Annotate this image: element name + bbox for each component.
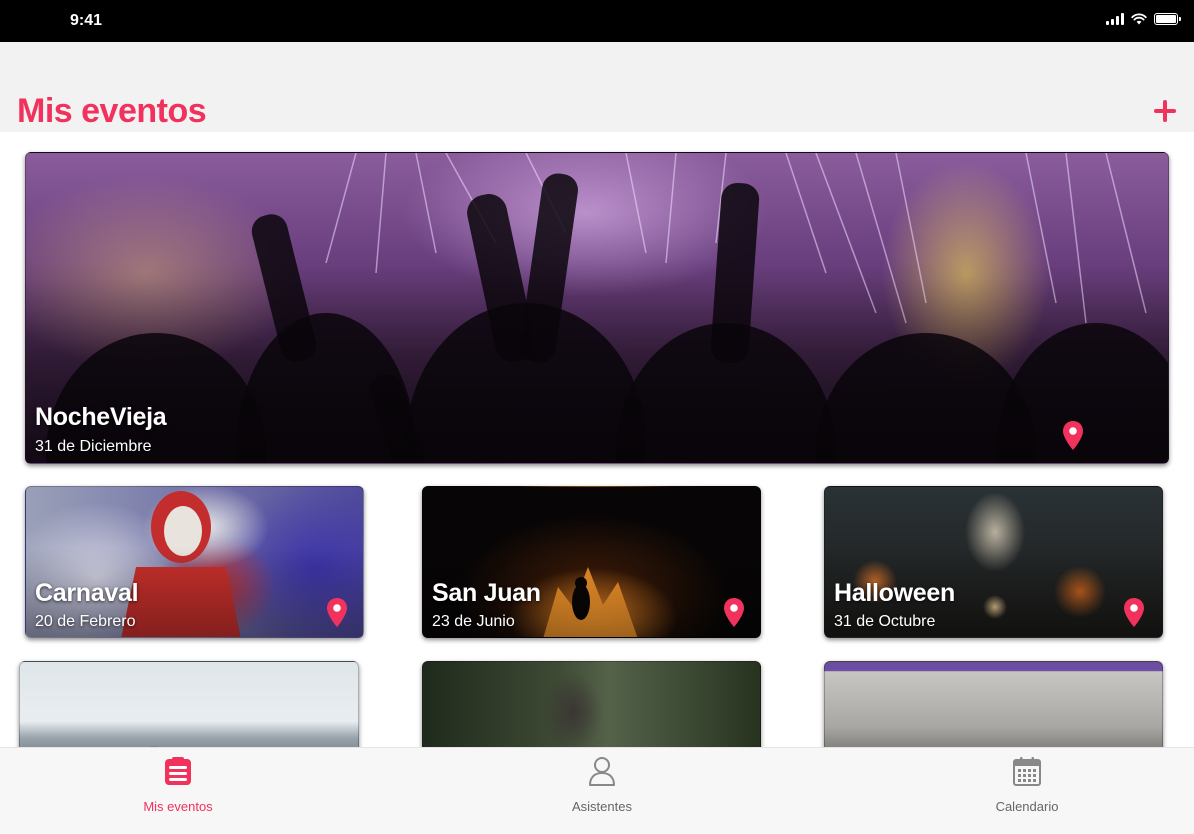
event-card-sport[interactable] [824,661,1163,747]
event-date: 23 de Junio [432,613,515,630]
location-pin-icon[interactable] [1123,597,1145,628]
event-title: NocheVieja [35,403,167,431]
tab-label: Asistentes [572,799,632,814]
events-list[interactable]: NocheVieja 31 de Diciembre Carnaval 20 d… [0,132,1194,747]
event-title: San Juan [432,579,541,607]
event-date: 20 de Febrero [35,613,136,630]
tab-asistentes[interactable]: Asistentes [522,756,682,816]
event-card-carnaval[interactable]: Carnaval 20 de Febrero [25,486,364,638]
status-icons [1106,13,1181,25]
location-pin-icon[interactable] [1062,420,1084,451]
event-card-halloween[interactable]: Halloween 31 de Octubre [824,486,1163,638]
tab-calendario[interactable]: Calendario [947,756,1107,816]
battery-icon [1154,13,1181,25]
person-icon [589,757,615,786]
cellular-signal-icon [1106,13,1124,25]
event-card-san-juan[interactable]: San Juan 23 de Junio [422,486,761,638]
location-pin-icon[interactable] [326,597,348,628]
event-title: Halloween [834,579,955,607]
tab-bar: Mis eventos Asistentes Calendario [0,747,1194,834]
status-time: 9:41 [70,12,103,29]
calendar-icon [1013,757,1041,786]
event-date: 31 de Diciembre [35,438,152,455]
event-card-forest[interactable] [422,661,761,747]
header: Mis eventos [0,42,1194,132]
page-title: Mis eventos [17,92,207,130]
event-date: 31 de Octubre [834,613,936,630]
event-card-nochevieja[interactable]: NocheVieja 31 de Diciembre [25,152,1169,464]
tab-label: Calendario [995,799,1059,814]
tab-label: Mis eventos [143,799,213,814]
location-pin-icon[interactable] [723,597,745,628]
wifi-icon [1131,13,1147,25]
tab-mis-eventos[interactable]: Mis eventos [98,756,258,816]
event-title: Carnaval [35,579,139,607]
list-icon [165,757,191,785]
event-card-city[interactable] [19,661,359,747]
status-bar: 9:41 [0,0,1194,42]
add-event-button[interactable] [1154,100,1176,122]
